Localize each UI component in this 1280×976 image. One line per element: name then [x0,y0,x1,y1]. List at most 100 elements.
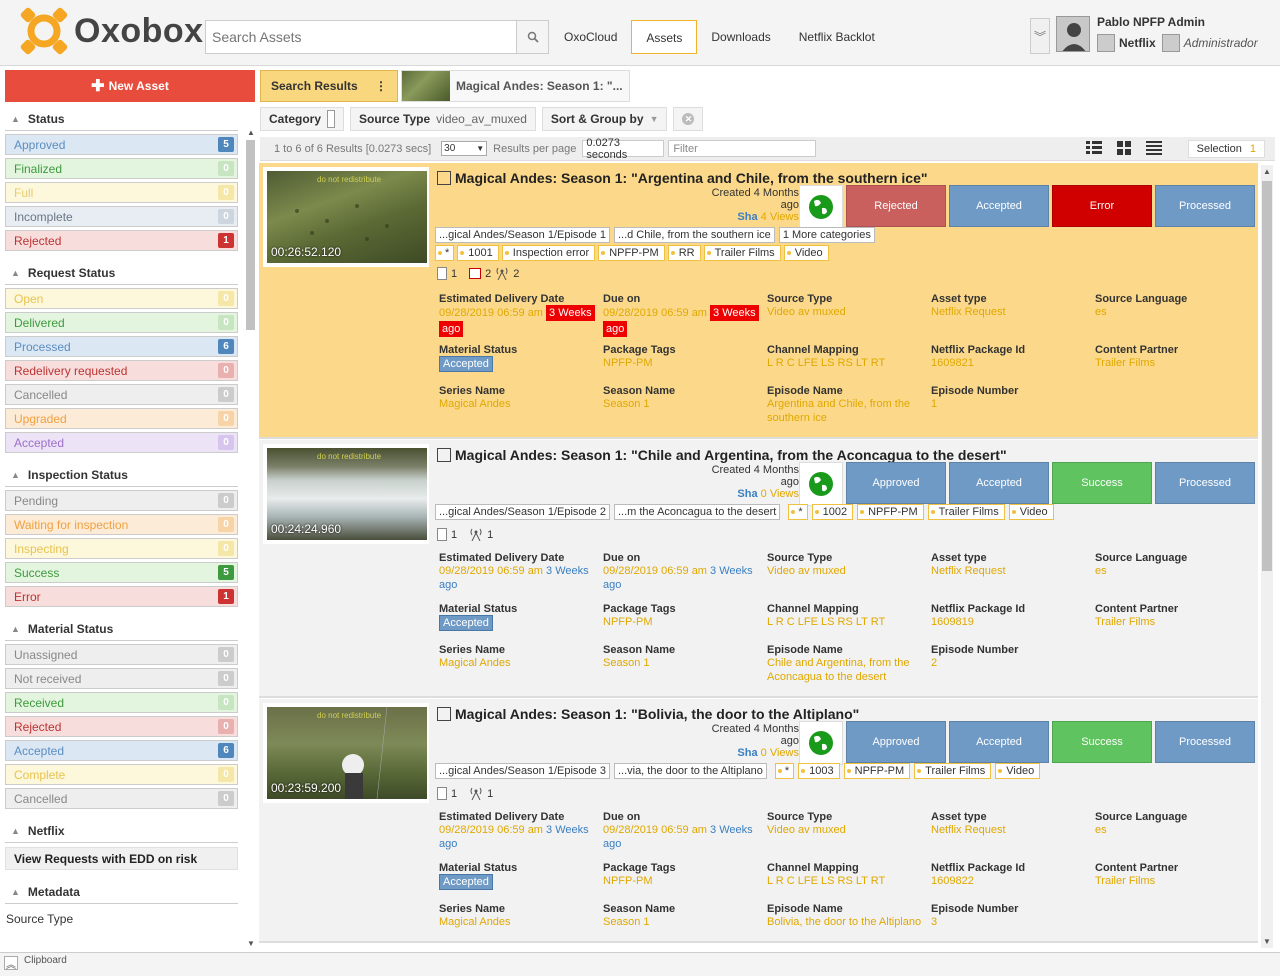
link-edd-on-risk[interactable]: View Requests with EDD on risk [5,847,238,870]
status-processed-button[interactable]: Processed [1155,462,1255,504]
clipboard-label[interactable]: Clipboard [24,955,67,966]
path-tag[interactable]: ...d Chile, from the southern ice [613,227,775,243]
tag[interactable]: Trailer Films [703,245,781,261]
filter-error[interactable]: Error 1 [5,586,238,607]
filter-success[interactable]: Success 5 [5,562,238,583]
asset-card[interactable]: do not redistribute 00:24:24.960 Magical… [259,440,1258,698]
tab-downloads[interactable]: Downloads [697,20,784,54]
share-link[interactable]: Sha [737,211,757,223]
path-tag[interactable]: ...gical Andes/Season 1/Episode 1 [435,227,610,243]
share-link[interactable]: Sha [737,488,757,500]
status-success-button[interactable]: Success [1052,721,1152,763]
filter-processed[interactable]: Processed 6 [5,336,238,357]
tag[interactable]: Video [995,763,1041,779]
status-approved-button[interactable]: Approved [846,721,946,763]
search-input[interactable] [206,21,516,53]
status-accepted-button[interactable]: Accepted [949,721,1049,763]
tag[interactable]: 1002 [811,504,854,520]
filter-unassigned[interactable]: Unassigned 0 [5,644,238,665]
filter-delivered[interactable]: Delivered 0 [5,312,238,333]
asset-thumbnail[interactable]: do not redistribute 00:23:59.200 [263,703,429,803]
more-categories-tag[interactable]: 1 More categories [778,227,875,243]
tag[interactable]: Trailer Films [927,504,1005,520]
metadata-source-type[interactable]: Source Type [5,912,255,926]
status-success-button[interactable]: Success [1052,462,1152,504]
path-tag[interactable]: ...gical Andes/Season 1/Episode 3 [435,763,610,779]
path-tag[interactable]: ...gical Andes/Season 1/Episode 2 [435,504,610,520]
clear-filters-button[interactable]: ✕ [673,107,704,131]
user-name[interactable]: Pablo NPFP Admin [1097,15,1205,29]
sidebar-scroll-thumb[interactable] [246,140,255,330]
new-asset-button[interactable]: ✚ New Asset [5,70,255,102]
document-icon[interactable] [437,267,447,280]
filter-accepted-material[interactable]: Accepted 6 [5,740,238,761]
tag[interactable]: Video [1008,504,1054,520]
filter-accepted-request[interactable]: Accepted 0 [5,432,238,453]
section-status[interactable]: ▲ Status [5,107,238,131]
asset-title[interactable]: Magical Andes: Season 1: "Chile and Arge… [437,447,1007,463]
chevron-down-icon[interactable]: ︾ [1030,18,1050,54]
oxobox-logo[interactable]: Oxobox [20,7,204,55]
filter-input[interactable]: Filter [668,140,817,157]
source-type-filter[interactable]: Source Type video_av_muxed [350,107,536,131]
section-metadata[interactable]: ▲ Metadata [5,880,238,904]
status-processed-button[interactable]: Processed [1155,721,1255,763]
asset-title[interactable]: Magical Andes: Season 1: "Bolivia, the d… [437,706,859,722]
asset-card[interactable]: do not redistribute 00:26:52.120 Magical… [259,163,1258,439]
document-icon[interactable] [437,528,447,541]
status-accepted-button[interactable]: Accepted [949,462,1049,504]
section-request-status[interactable]: ▲ Request Status [5,261,238,285]
asset-thumbnail[interactable]: do not redistribute 00:24:24.960 [263,444,429,544]
avatar[interactable] [1056,16,1090,52]
tab-oxocloud[interactable]: OxoCloud [550,20,631,54]
comment-icon[interactable] [469,268,482,279]
status-rejected-button[interactable]: Rejected [846,185,946,227]
tag[interactable]: * [774,763,795,779]
filter-incomplete[interactable]: Incomplete 0 [5,206,238,227]
tag[interactable]: Video [783,245,829,261]
section-netflix[interactable]: ▲ Netflix [5,819,238,843]
filter-cancelled-material[interactable]: Cancelled 0 [5,788,238,809]
globe-button[interactable] [799,721,843,765]
tag[interactable]: Trailer Films [914,763,992,779]
list-view-icon[interactable] [1145,141,1168,157]
antenna-icon[interactable] [469,787,483,801]
globe-button[interactable] [799,185,843,229]
path-tag[interactable]: ...m the Aconcagua to the desert [613,504,781,520]
filter-open[interactable]: Open 0 [5,288,238,309]
asset-thumbnail[interactable]: do not redistribute 00:26:52.120 [263,167,429,267]
tag[interactable]: * [788,504,808,520]
tag[interactable]: 1003 [798,763,840,779]
main-scrollbar[interactable]: ▲ ▼ [1261,165,1273,948]
filter-finalized[interactable]: Finalized 0 [5,158,238,179]
section-inspection-status[interactable]: ▲ Inspection Status [5,463,238,487]
document-icon[interactable] [437,787,447,800]
sidebar-scrollbar[interactable]: ▲ ▼ [245,128,255,948]
filter-waiting-for-inspection[interactable]: Waiting for inspection 0 [5,514,238,535]
category-filter[interactable]: Category [260,107,345,131]
asset-title[interactable]: Magical Andes: Season 1: "Argentina and … [437,170,928,186]
crumb-current-asset[interactable]: Magical Andes: Season 1: "... [401,70,630,102]
filter-approved[interactable]: Approved 5 [5,134,238,155]
tag[interactable]: Inspection error [501,245,596,261]
status-accepted-button[interactable]: Accepted [949,185,1049,227]
org-name[interactable]: Netflix [1119,36,1156,50]
filter-full[interactable]: Full 0 [5,182,238,203]
filter-cancelled[interactable]: Cancelled 0 [5,384,238,405]
main-scroll-thumb[interactable] [1262,181,1272,571]
filter-complete[interactable]: Complete 0 [5,764,238,785]
search-button[interactable] [516,21,548,53]
asset-card[interactable]: do not redistribute 00:23:59.200 Magical… [259,699,1258,943]
section-material-status[interactable]: ▲ Material Status [5,617,238,641]
path-tag[interactable]: ...via, the door to the Altiplano [613,763,767,779]
tab-netflix-backlot[interactable]: Netflix Backlot [785,20,889,54]
detail-list-view-icon[interactable] [1085,141,1108,157]
tag[interactable]: RR [667,245,701,261]
filter-received[interactable]: Received 0 [5,692,238,713]
filter-redelivery-requested[interactable]: Redelivery requested 0 [5,360,238,381]
selection-button[interactable]: Selection 1 [1187,140,1265,158]
filter-rejected-material[interactable]: Rejected 0 [5,716,238,737]
filter-upgraded[interactable]: Upgraded 0 [5,408,238,429]
filter-rejected[interactable]: Rejected 1 [5,230,238,251]
sort-group-dropdown[interactable]: Sort & Group by ▼ [541,107,668,131]
